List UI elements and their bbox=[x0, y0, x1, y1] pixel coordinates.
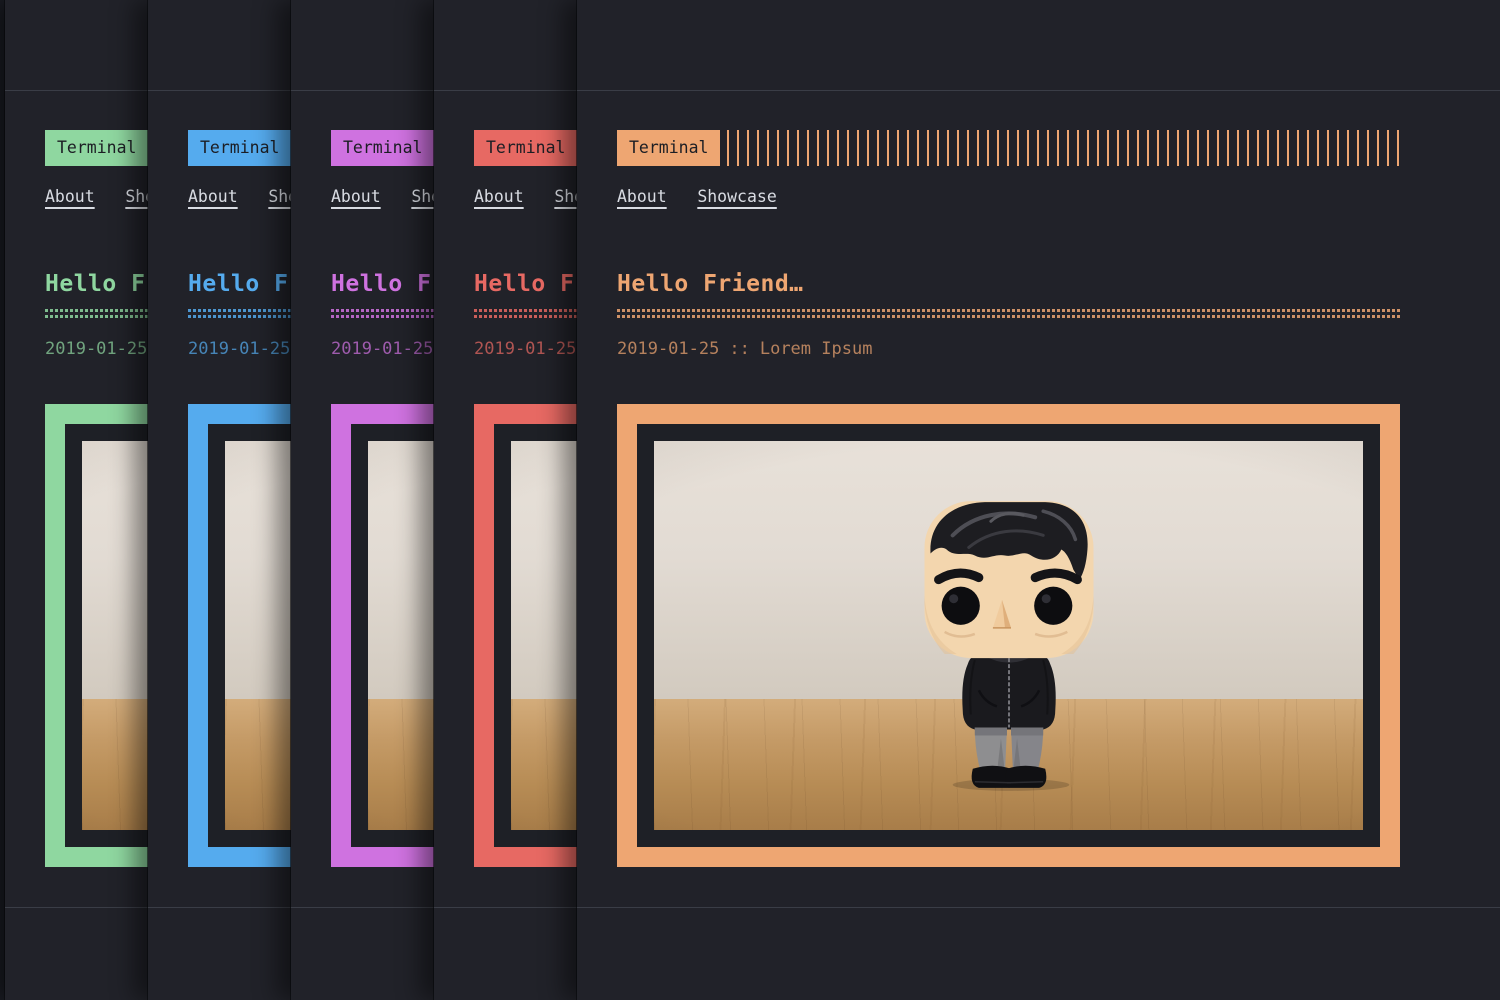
nav-link-about[interactable]: About bbox=[617, 187, 667, 206]
post-date: 2019-01-25 bbox=[188, 341, 290, 358]
title-dots-decoration bbox=[617, 309, 1400, 318]
funko-photo bbox=[654, 441, 1363, 830]
post-date: 2019-01-25 bbox=[45, 341, 147, 358]
top-strip bbox=[577, 0, 1500, 91]
post-image-frame bbox=[617, 404, 1400, 867]
post-meta: 2019-01-25 :: Lorem Ipsum bbox=[617, 341, 1400, 358]
site-logo-badge[interactable]: Terminal bbox=[45, 130, 148, 166]
logo-bars-decoration bbox=[727, 130, 1400, 166]
post-date: 2019-01-25 bbox=[617, 341, 719, 358]
funko-figure-illustration bbox=[922, 499, 1095, 791]
site-logo-badge[interactable]: Terminal bbox=[188, 130, 291, 166]
post-title: Hello Friend… bbox=[617, 271, 1400, 297]
nav-link-showcase[interactable]: Showcase bbox=[697, 187, 776, 206]
site-nav: About Showcase bbox=[617, 187, 1400, 207]
theme-variant-panel-orange: Terminal About Showcase Hello Friend… 20… bbox=[577, 0, 1500, 1000]
bottom-strip bbox=[577, 907, 1500, 1000]
nav-link-about[interactable]: About bbox=[474, 187, 524, 206]
meta-separator: :: bbox=[729, 341, 749, 358]
nav-link-about[interactable]: About bbox=[45, 187, 95, 206]
site-logo-badge[interactable]: Terminal bbox=[331, 130, 434, 166]
site-logo-badge[interactable]: Terminal bbox=[474, 130, 577, 166]
theme-preview-stage: Terminal About Showcase Hello Friend… 20… bbox=[0, 0, 1500, 1000]
panel-content: Terminal About Showcase Hello Friend… 20… bbox=[577, 91, 1500, 907]
post-date: 2019-01-25 bbox=[331, 341, 433, 358]
site-header: Terminal bbox=[617, 130, 1400, 166]
post-date: 2019-01-25 bbox=[474, 341, 576, 358]
nav-link-about[interactable]: About bbox=[188, 187, 238, 206]
post-category: Lorem Ipsum bbox=[760, 341, 873, 358]
nav-link-about[interactable]: About bbox=[331, 187, 381, 206]
site-logo-badge[interactable]: Terminal bbox=[617, 130, 720, 166]
